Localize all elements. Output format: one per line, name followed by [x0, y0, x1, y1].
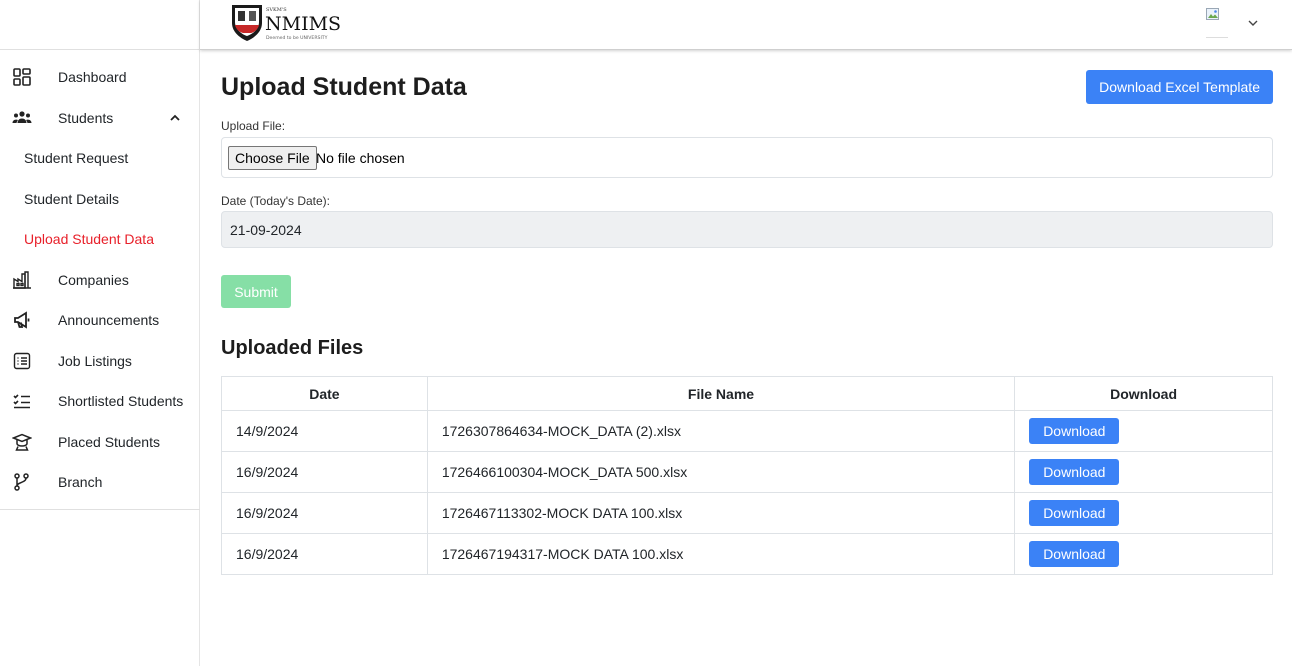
cell-date: 14/9/2024 — [221, 410, 428, 452]
sidebar-header — [0, 0, 199, 50]
sidebar-item-upload-student-data[interactable]: Upload Student Data — [0, 219, 200, 260]
download-excel-template-button[interactable]: Download Excel Template — [1086, 70, 1273, 104]
download-button[interactable]: Download — [1029, 418, 1120, 444]
megaphone-icon — [12, 310, 32, 330]
sidebar-item-label: Upload Student Data — [24, 231, 154, 248]
sidebar-item-announcements[interactable]: Announcements — [0, 300, 200, 341]
column-header-date: Date — [221, 376, 428, 411]
sidebar-item-label: Student Request — [24, 150, 129, 167]
sidebar-item-job-listings[interactable]: Job Listings — [0, 341, 200, 382]
cell-date: 16/9/2024 — [221, 533, 428, 575]
user-menu[interactable] — [1206, 8, 1262, 38]
sidebar-item-companies[interactable]: Companies — [0, 260, 200, 301]
sidebar-item-label: Announcements — [58, 312, 160, 329]
sidebar-item-label: Students — [58, 109, 114, 126]
dashboard-icon — [12, 67, 32, 87]
cell-file-name: 1726467113302-MOCK DATA 100.xlsx — [426, 492, 1016, 534]
sidebar-item-label: Student Details — [24, 190, 119, 207]
sidebar-item-student-request[interactable]: Student Request — [0, 138, 200, 179]
cell-file-name: 1726307864634-MOCK_DATA (2).xlsx — [426, 410, 1016, 452]
sidebar-nav: Dashboard Students Student Request Stude… — [0, 57, 200, 503]
sidebar-item-student-details[interactable]: Student Details — [0, 179, 200, 220]
table-row: 16/9/2024 1726466100304-MOCK_DATA 500.xl… — [221, 451, 1273, 493]
file-input[interactable]: Choose File No file chosen — [221, 137, 1273, 178]
date-value: 21-09-2024 — [230, 222, 302, 238]
sidebar-item-students[interactable]: Students — [0, 98, 200, 139]
sidebar-item-label: Dashboard — [58, 69, 127, 86]
download-button[interactable]: Download — [1029, 500, 1120, 526]
cell-download: Download — [1014, 410, 1273, 452]
sidebar-item-label: Placed Students — [58, 433, 160, 450]
list-icon — [12, 351, 32, 371]
sidebar-item-shortlisted-students[interactable]: Shortlisted Students — [0, 381, 200, 422]
cell-download: Download — [1014, 492, 1273, 534]
factory-icon — [12, 270, 32, 290]
cell-file-name: 1726466100304-MOCK_DATA 500.xlsx — [426, 451, 1016, 493]
download-button[interactable]: Download — [1029, 459, 1120, 485]
avatar[interactable] — [1206, 8, 1228, 38]
cell-date: 16/9/2024 — [221, 492, 428, 534]
logo-sub-text: Deemed to be UNIVERSITY — [266, 35, 328, 41]
cell-date: 16/9/2024 — [221, 451, 428, 493]
nmims-logo[interactable]: SVKM'S NMIMS Deemed to be UNIVERSITY — [230, 3, 341, 43]
upload-file-label: Upload File: — [221, 119, 286, 133]
cell-file-name: 1726467194317-MOCK DATA 100.xlsx — [426, 533, 1016, 575]
date-field: 21-09-2024 — [221, 211, 1273, 248]
uploaded-files-table: Date File Name Download 14/9/2024 172630… — [221, 376, 1273, 575]
table-row: 16/9/2024 1726467194317-MOCK DATA 100.xl… — [221, 533, 1273, 575]
sidebar-item-dashboard[interactable]: Dashboard — [0, 57, 200, 98]
graduate-icon — [12, 432, 32, 452]
page-title: Upload Student Data — [221, 73, 467, 101]
checklist-icon — [12, 391, 32, 411]
file-status-text: No file chosen — [316, 150, 405, 166]
cell-download: Download — [1014, 451, 1273, 493]
chevron-up-icon[interactable] — [168, 111, 182, 125]
column-header-file-name: File Name — [426, 376, 1016, 411]
sidebar-divider — [0, 509, 200, 510]
sidebar-item-placed-students[interactable]: Placed Students — [0, 422, 200, 463]
branch-icon — [12, 472, 32, 492]
uploaded-files-title: Uploaded Files — [221, 337, 364, 359]
logo-main-text: NMIMS — [265, 13, 340, 35]
table-header-row: Date File Name Download — [221, 376, 1273, 411]
sidebar-item-label: Branch — [58, 474, 103, 491]
table-row: 14/9/2024 1726307864634-MOCK_DATA (2).xl… — [221, 410, 1273, 452]
cell-download: Download — [1014, 533, 1273, 575]
column-header-download: Download — [1014, 376, 1273, 411]
top-header: SVKM'S NMIMS Deemed to be UNIVERSITY — [200, 0, 1292, 50]
sidebar-item-label: Companies — [58, 271, 129, 288]
sidebar-item-label: Shortlisted Students — [58, 393, 184, 410]
table-row: 16/9/2024 1726467113302-MOCK DATA 100.xl… — [221, 492, 1273, 534]
sidebar: Dashboard Students Student Request Stude… — [0, 0, 200, 666]
date-label: Date (Today's Date): — [221, 194, 331, 208]
choose-file-button[interactable]: Choose File — [228, 146, 317, 170]
download-button[interactable]: Download — [1029, 541, 1120, 567]
sidebar-item-label: Job Listings — [58, 352, 132, 369]
sidebar-item-branch[interactable]: Branch — [0, 462, 200, 503]
chevron-down-icon[interactable] — [1246, 16, 1260, 30]
submit-button[interactable]: Submit — [221, 275, 291, 308]
students-icon — [12, 108, 32, 128]
